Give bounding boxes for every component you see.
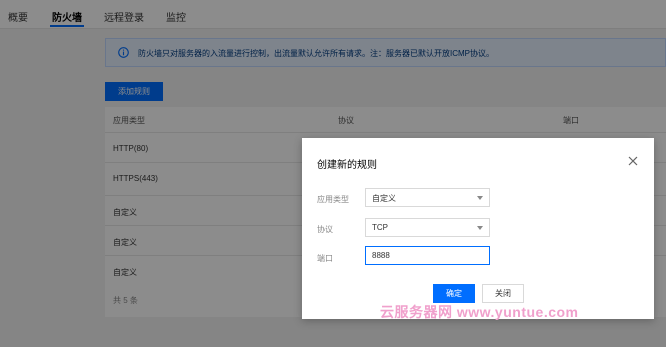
chevron-down-icon (477, 196, 483, 200)
protocol-label: 协议 (317, 225, 333, 234)
chevron-down-icon (477, 226, 483, 230)
port-label: 端口 (317, 254, 333, 263)
watermark: 云服务器网 www.yuntue.com (380, 304, 579, 320)
confirm-button[interactable]: 确定 (433, 284, 475, 303)
app-type-label: 应用类型 (317, 195, 349, 204)
port-input[interactable] (365, 246, 490, 265)
protocol-select[interactable]: TCP (365, 218, 490, 237)
app-type-select[interactable]: 自定义 (365, 188, 490, 207)
dialog-title: 创建新的规则 (317, 160, 377, 171)
app-type-value: 自定义 (372, 194, 396, 203)
close-button[interactable]: 关闭 (482, 284, 524, 303)
close-icon[interactable] (627, 155, 639, 167)
protocol-value: TCP (372, 223, 388, 232)
create-rule-dialog: 创建新的规则 应用类型 自定义 协议 TCP 端口 确定 关闭 (302, 138, 654, 319)
